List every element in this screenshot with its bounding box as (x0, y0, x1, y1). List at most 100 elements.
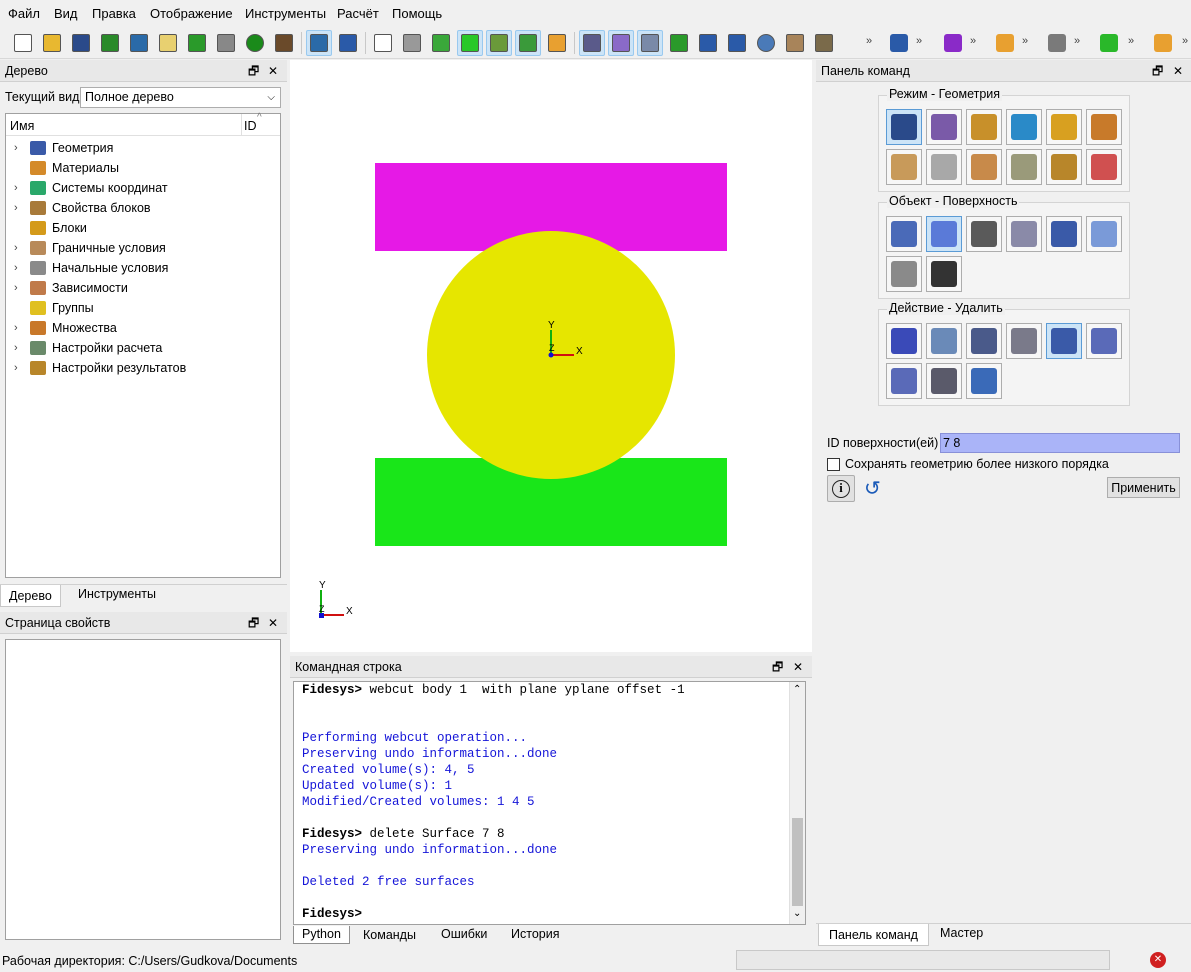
mesh-cube-button[interactable] (515, 30, 541, 56)
float-icon[interactable]: 🗗 (1152, 60, 1163, 82)
body-button[interactable] (1086, 216, 1122, 252)
zoom-out-button[interactable] (724, 30, 750, 56)
toolbar-overflow-icon[interactable]: » (1128, 35, 1134, 47)
window-button[interactable] (637, 30, 663, 56)
tree-item[interactable]: › Зависимости (14, 278, 128, 298)
float-icon[interactable]: 🗗 (248, 612, 259, 634)
create-button[interactable] (886, 323, 922, 359)
menu-edit[interactable]: Правка (92, 6, 136, 21)
modify-button[interactable] (926, 323, 962, 359)
wireframe-cube-button[interactable] (370, 30, 396, 56)
chevron-right-icon[interactable]: › (14, 182, 26, 194)
reset-icon[interactable]: ↺ (864, 478, 888, 500)
tree-item[interactable]: › Множества (14, 318, 117, 338)
chevron-right-icon[interactable]: › (14, 242, 26, 254)
tab-master[interactable]: Мастер (932, 922, 991, 944)
close-icon[interactable]: ✕ (793, 656, 803, 678)
surface-id-input[interactable]: 7 8 (940, 433, 1180, 453)
ruler-button[interactable] (811, 30, 837, 56)
close-icon[interactable]: ✕ (268, 612, 278, 634)
curve-button[interactable] (966, 216, 1002, 252)
play-button[interactable] (184, 30, 210, 56)
toolbar-overflow-icon[interactable]: » (916, 35, 922, 47)
delete-button[interactable] (1046, 323, 1082, 359)
close-icon[interactable]: ✕ (268, 60, 278, 82)
keep-lower-checkbox[interactable] (827, 458, 840, 471)
decompose-button[interactable] (926, 363, 962, 399)
toolbar-overflow-icon[interactable]: » (970, 35, 976, 47)
info-button[interactable]: i (827, 475, 855, 502)
id-button[interactable] (213, 30, 239, 56)
col-name[interactable]: Имя (10, 119, 34, 133)
chevron-right-icon[interactable]: › (14, 282, 26, 294)
coord-axis-button[interactable] (1006, 109, 1042, 145)
tree-item[interactable]: › Геометрия (14, 138, 113, 158)
viewport[interactable]: X Y Z X Y Z (290, 60, 812, 652)
group-button[interactable] (1046, 216, 1082, 252)
toolbar-overflow-icon[interactable]: » (1074, 35, 1080, 47)
tree-item[interactable]: Материалы (14, 158, 119, 178)
tree-item[interactable]: › Свойства блоков (14, 198, 151, 218)
scroll-up-icon[interactable]: ⌃ (793, 684, 801, 695)
refresh-button[interactable] (666, 30, 692, 56)
mesh-button[interactable] (926, 109, 962, 145)
grid-button[interactable] (579, 30, 605, 56)
menu-file[interactable]: Файл (8, 6, 40, 21)
tree-item[interactable]: › Настройки расчета (14, 338, 162, 358)
sets-button[interactable] (1086, 109, 1122, 145)
text-button[interactable] (926, 256, 962, 292)
search-button[interactable] (1086, 149, 1122, 185)
chevron-right-icon[interactable]: › (14, 362, 26, 374)
vertex-button[interactable] (1006, 216, 1042, 252)
tab-python[interactable]: Python (293, 926, 350, 944)
tab-tools[interactable]: Инструменты (70, 583, 164, 605)
box-button[interactable] (782, 30, 808, 56)
toolbar-overflow-icon[interactable]: » (866, 35, 872, 47)
imprint-button[interactable] (966, 363, 1002, 399)
tab-command-panel[interactable]: Панель команд (818, 924, 929, 946)
scroll-thumb[interactable] (792, 818, 803, 906)
menu-tools[interactable]: Инструменты (245, 6, 326, 21)
menu-display[interactable]: Отображение (150, 6, 233, 21)
results-button[interactable] (1046, 149, 1082, 185)
chevron-right-icon[interactable]: › (14, 322, 26, 334)
close-icon[interactable]: ✕ (1173, 60, 1183, 82)
hammer-button[interactable] (271, 30, 297, 56)
solid-green-cube-button[interactable] (457, 30, 483, 56)
menu-help[interactable]: Помощь (392, 6, 442, 21)
chevron-right-icon[interactable]: › (14, 202, 26, 214)
console-output[interactable]: Fidesys> webcut body 1 with plane yplane… (293, 681, 806, 925)
apply-button[interactable]: Применить (1107, 477, 1180, 498)
chevron-right-icon[interactable]: › (14, 342, 26, 354)
scroll-down-icon[interactable]: ⌄ (793, 908, 801, 919)
zoom-in-button[interactable] (695, 30, 721, 56)
tab-tree[interactable]: Дерево (0, 585, 61, 607)
tree-item[interactable]: Блоки (14, 218, 87, 238)
calculator-button[interactable] (1006, 149, 1042, 185)
group-button[interactable] (544, 30, 570, 56)
properties-button[interactable] (1006, 323, 1042, 359)
chevron-right-icon[interactable]: › (14, 142, 26, 154)
chevron-right-icon[interactable]: › (14, 262, 26, 274)
float-icon[interactable]: 🗗 (248, 60, 259, 82)
tree-view[interactable]: Имя ID ^ › Геометрия Материалы › Системы коо… (5, 112, 281, 578)
tree-item[interactable]: › Начальные условия (14, 258, 168, 278)
undo-view-button[interactable] (306, 30, 332, 56)
edit-button[interactable] (155, 30, 181, 56)
col-id[interactable]: ID (244, 119, 257, 133)
axis-button[interactable] (1150, 30, 1176, 56)
toolbar-overflow-icon[interactable]: » (1022, 35, 1028, 47)
tools-button[interactable] (966, 109, 1002, 145)
run-button[interactable] (1096, 30, 1122, 56)
transform-button[interactable] (966, 323, 1002, 359)
view-select[interactable]: Полное дерево ⌵ (80, 87, 281, 108)
undo-button[interactable] (335, 30, 361, 56)
initial-cond-button[interactable] (926, 149, 962, 185)
float-icon[interactable]: 🗗 (772, 656, 783, 678)
tab-commands[interactable]: Команды (355, 926, 424, 944)
shapes-button[interactable] (486, 30, 512, 56)
tree-item[interactable]: › Системы координат (14, 178, 168, 198)
volume-button[interactable] (886, 216, 922, 252)
menu-view[interactable]: Вид (54, 6, 78, 21)
new-file-button[interactable] (10, 30, 36, 56)
